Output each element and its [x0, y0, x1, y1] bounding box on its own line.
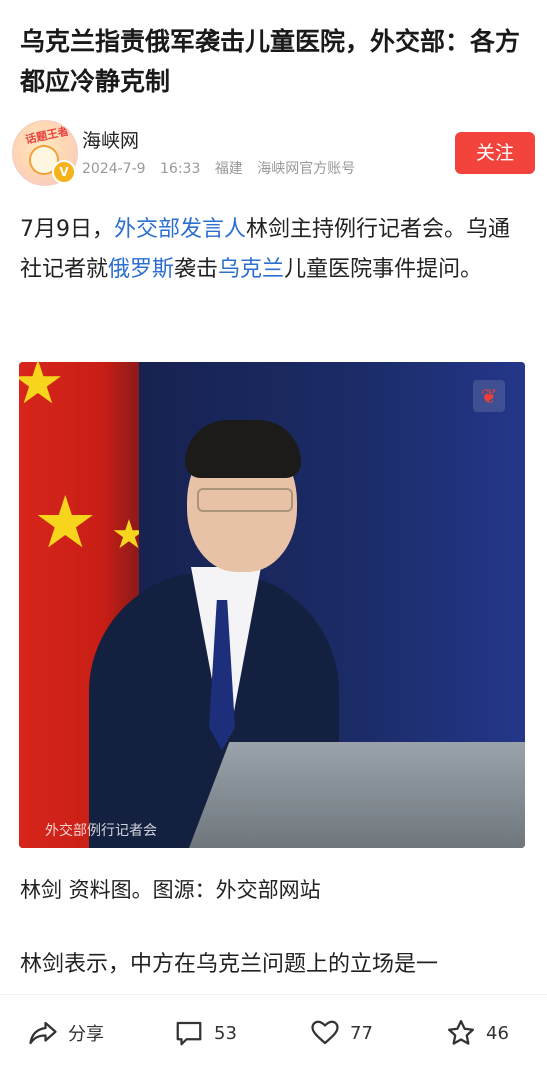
person-hair	[185, 420, 301, 478]
publish-date: 2024-7-9	[82, 161, 146, 177]
link-spokesperson[interactable]: 外交部发言人	[114, 217, 246, 242]
link-russia[interactable]: 俄罗斯	[108, 257, 174, 282]
flag-star-icon: ★	[33, 480, 98, 564]
publish-time: 16:33	[160, 161, 201, 177]
share-label: 分享	[68, 1024, 104, 1045]
publish-location: 福建	[214, 161, 243, 177]
paragraph-1: 7月9日，外交部发言人林剑主持例行记者会。乌通社记者就俄罗斯袭击乌克兰儿童医院事…	[20, 210, 530, 290]
bottom-action-bar: 分享 53 77 46	[0, 994, 547, 1075]
photo-watermark: 外交部例行记者会	[45, 823, 157, 839]
author-row: 话题王者 V 海峡网 2024-7-9 16:33 福建 海峡网官方账号 关注	[12, 120, 537, 188]
comment-icon	[176, 1021, 202, 1046]
like-button[interactable]: 77	[310, 1013, 373, 1053]
star-icon	[448, 1020, 474, 1045]
podium	[189, 742, 525, 848]
follow-button[interactable]: 关注	[455, 132, 535, 174]
comment-button[interactable]: 53	[174, 1013, 237, 1053]
favorite-button[interactable]: 46	[446, 1013, 509, 1053]
share-button[interactable]: 分享	[28, 1013, 104, 1053]
comment-count: 53	[214, 1022, 237, 1044]
heart-icon	[311, 1020, 339, 1045]
share-icon	[29, 1021, 57, 1045]
avatar-badge-text: 话题王者	[24, 124, 70, 147]
para1-text-3: 袭击	[174, 257, 219, 282]
like-count: 77	[350, 1022, 373, 1044]
link-ukraine[interactable]: 乌克兰	[218, 257, 284, 282]
account-type: 海峡网官方账号	[257, 161, 356, 177]
ministry-logo-icon: ❦	[473, 380, 505, 412]
author-name[interactable]: 海峡网	[82, 126, 139, 153]
article-title: 乌克兰指责俄军袭击儿童医院，外交部：各方都应冷静克制	[20, 27, 521, 96]
photo-caption: 林剑 资料图。图源：外交部网站	[20, 878, 321, 902]
verified-icon: V	[52, 160, 76, 184]
favorite-count: 46	[486, 1022, 509, 1044]
para1-text-4: 儿童医院事件提问。	[284, 257, 483, 282]
article-meta: 2024-7-9 16:33 福建 海峡网官方账号	[82, 158, 365, 178]
article-photo[interactable]: ★ ★ ★ ❦ 外交部例行记者会	[19, 362, 525, 848]
glasses	[197, 488, 293, 512]
para1-text-1: 7月9日，	[20, 217, 114, 242]
flag-star-icon: ★	[19, 362, 65, 418]
paragraph-2: 林剑表示，中方在乌克兰问题上的立场是一	[20, 952, 439, 977]
